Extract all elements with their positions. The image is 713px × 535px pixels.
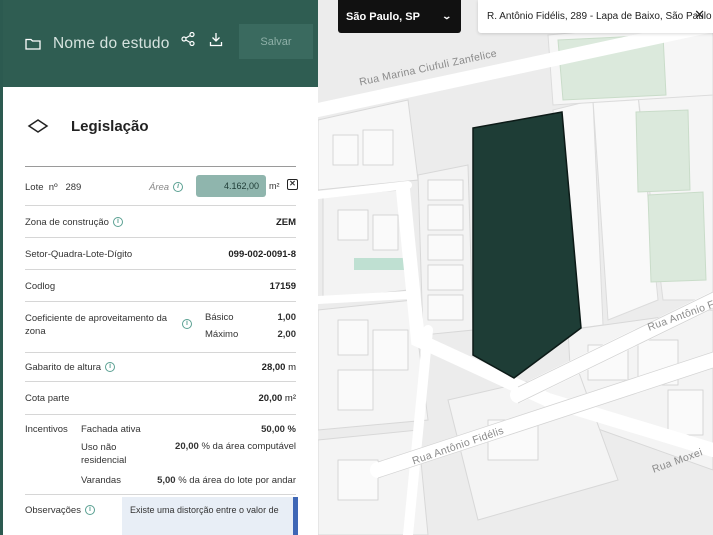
gabarito-value: 28,00 m: [261, 362, 296, 373]
setor-value: 099-002-0091-8: [228, 249, 296, 260]
area-label: Área i: [149, 182, 184, 193]
cota-row: Cota parte 20,00 m²: [25, 382, 296, 415]
info-icon[interactable]: i: [182, 319, 192, 329]
share-icon[interactable]: [181, 32, 195, 46]
sidebar: Nome do estudo Salvar Legislação Lote nº…: [0, 0, 318, 535]
incentivo-value: 20,00 % da área computável: [175, 441, 296, 452]
incentivo-value: 50,00 %: [261, 424, 296, 435]
codlog-value: 17159: [269, 281, 296, 292]
coef-basico-label: Básico: [205, 312, 234, 323]
coeficiente-label: Coeficiente de aproveitamento da zona: [25, 313, 168, 337]
clear-area-icon[interactable]: ✕: [287, 179, 298, 190]
observacoes-note: Existe uma distorção entre o valor de: [122, 497, 298, 535]
cota-label: Cota parte: [25, 393, 70, 404]
info-icon[interactable]: i: [105, 362, 116, 373]
info-icon[interactable]: i: [173, 182, 184, 193]
gabarito-row: Gabarito de altura i 28,00 m: [25, 353, 296, 382]
section-title: Legislação: [71, 118, 149, 135]
incentivo-value: 5,00 % da área do lote por andar: [157, 475, 296, 486]
study-header: Nome do estudo Salvar: [3, 0, 318, 87]
download-icon[interactable]: [209, 32, 223, 47]
info-icon[interactable]: i: [112, 217, 123, 228]
map-view[interactable]: Rua Marina Ciufuli Zanfelice Rua Antônio…: [318, 0, 713, 535]
observacoes-row: Observações i Existe uma distorção entre …: [25, 495, 298, 535]
coeficiente-row: Coeficiente de aproveitamento da zona i …: [25, 302, 296, 353]
gabarito-label: Gabarito de altura: [25, 362, 102, 373]
zona-label: Zona de construção: [25, 217, 109, 228]
incentivos-label: Incentivos: [25, 424, 68, 435]
codlog-row: Codlog 17159: [25, 270, 296, 302]
chevron-down-icon: ⌄: [441, 11, 453, 21]
coef-maximo-label: Máximo: [205, 329, 239, 340]
observacoes-label: Observações: [25, 505, 81, 516]
folder-icon: [25, 38, 41, 50]
area-input[interactable]: [196, 175, 266, 197]
cota-value: 20,00 m²: [258, 393, 297, 404]
info-icon[interactable]: i: [84, 505, 95, 516]
legislacao-section-header[interactable]: Legislação: [25, 87, 296, 167]
coef-maximo-value: 2,00: [277, 329, 297, 340]
city-select[interactable]: São Paulo, SP ⌄: [338, 0, 461, 33]
incentivos-row: Incentivos Fachada ativa 50,00 % Uso não…: [25, 415, 296, 495]
incentivo-key: Fachada ativa: [81, 424, 141, 435]
city-select-value: São Paulo, SP: [346, 10, 420, 23]
study-title[interactable]: Nome do estudo: [53, 35, 170, 53]
coef-basico-value: 1,00: [277, 312, 297, 323]
incentivo-key: Varandas: [81, 475, 121, 486]
address-search-box[interactable]: R. Antônio Fidélis, 289 - Lapa de Baixo,…: [478, 0, 713, 33]
close-icon[interactable]: ✕: [694, 8, 705, 21]
layers-icon: [27, 118, 49, 133]
setor-label: Setor-Quadra-Lote-Dígito: [25, 249, 133, 260]
lote-row: Lote nº 289 Áreai m² ✕: [25, 167, 298, 206]
lote-number: 289: [65, 182, 82, 193]
lote-label: Lote nº 289: [25, 182, 82, 193]
incentivo-key: Uso não residencial: [81, 442, 127, 466]
zona-row: Zona de construção i ZEM: [25, 206, 296, 238]
address-text: R. Antônio Fidélis, 289 - Lapa de Baixo,…: [487, 11, 712, 22]
save-button[interactable]: Salvar: [239, 24, 313, 59]
zona-value: ZEM: [275, 217, 296, 228]
codlog-label: Codlog: [25, 281, 56, 292]
selected-lot: [472, 111, 582, 379]
area-unit: m²: [269, 181, 280, 191]
setor-row: Setor-Quadra-Lote-Dígito 099-002-0091-8: [25, 238, 296, 270]
